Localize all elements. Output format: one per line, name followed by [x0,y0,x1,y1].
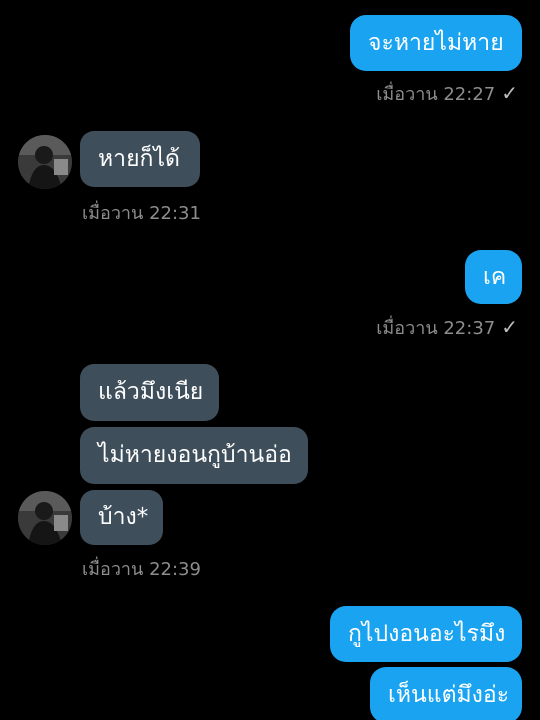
contact-avatar[interactable] [18,135,72,189]
message-bubble-incoming[interactable]: หายก็ได้ [80,131,200,187]
message-time: เมื่อวาน 22:31 [82,203,201,224]
message-text: จะหายไม่หาย [368,29,504,56]
message-meta: เมื่อวาน 22:27 ✓ [376,79,518,108]
message-text: เห็นแต่มึงอ่ะ [388,681,510,708]
message-bubble-outgoing[interactable]: จะหายไม่หาย [350,15,522,71]
check-icon: ✓ [501,315,518,339]
message-bubble-incoming[interactable]: ไม่หายงอนกูบ้านอ่อ [80,427,308,484]
message-bubble-outgoing[interactable]: เค [465,250,522,304]
message-time: เมื่อวาน 22:27 [376,84,496,105]
message-time: เมื่อวาน 22:37 [376,318,496,339]
contact-avatar[interactable] [18,491,72,545]
message-bubble-incoming[interactable]: แล้วมึงเนีย [80,364,219,421]
message-text: เค [483,263,507,290]
message-time: เมื่อวาน 22:39 [82,559,201,580]
message-meta: เมื่อวาน 22:31 [82,198,201,227]
message-meta: เมื่อวาน 22:39 [82,554,201,583]
message-bubble-incoming[interactable]: บ้าง* [80,490,163,545]
message-text: ไม่หายงอนกูบ้านอ่อ [98,442,292,468]
message-text: บ้าง* [98,504,149,530]
check-icon: ✓ [501,81,518,105]
message-text: แล้วมึงเนีย [98,379,204,405]
message-bubble-outgoing[interactable]: กูไปงอนอะไรมึง [330,606,522,662]
message-meta: เมื่อวาน 22:37 ✓ [376,313,518,342]
message-text: หายก็ได้ [98,145,180,172]
message-bubble-outgoing[interactable]: เห็นแต่มึงอ่ะ [370,667,522,720]
message-text: กูไปงอนอะไรมึง [348,620,506,647]
